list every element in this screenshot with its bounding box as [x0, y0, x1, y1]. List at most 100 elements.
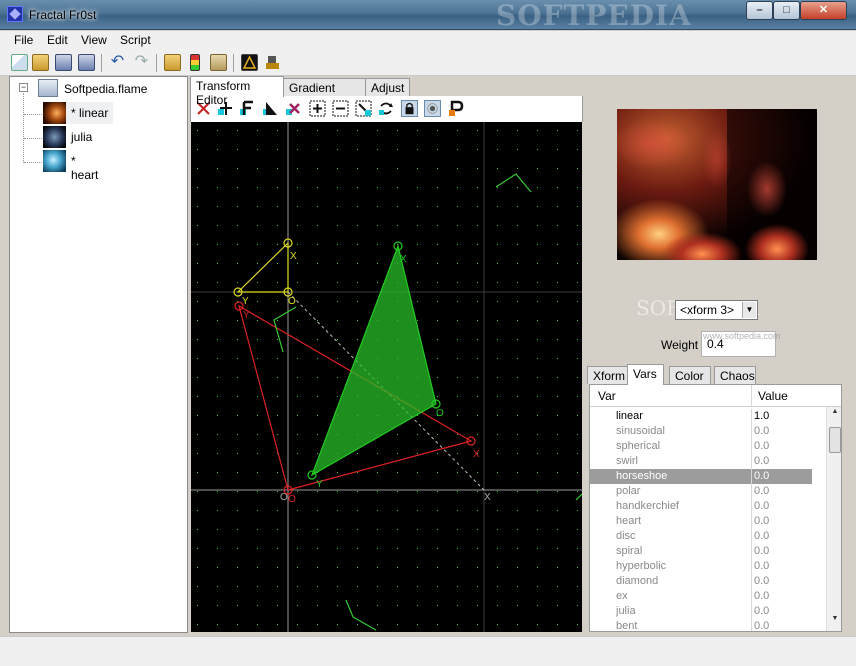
- table-row[interactable]: bent 0.0: [590, 619, 812, 631]
- tab-vars[interactable]: Vars: [627, 364, 664, 385]
- save-icon[interactable]: [55, 54, 72, 71]
- table-header: Var Value: [590, 385, 841, 407]
- grid-dot: [277, 491, 278, 492]
- close-button[interactable]: ✕: [800, 1, 847, 20]
- tab-transform-editor[interactable]: Transform Editor: [190, 76, 284, 107]
- grid-dot: [517, 206, 518, 207]
- var-value[interactable]: 0.0: [754, 455, 769, 467]
- var-value[interactable]: 0.0: [754, 620, 769, 631]
- grid-dot: [577, 358, 578, 359]
- var-value[interactable]: 0.0: [754, 575, 769, 587]
- reset-triangle-icon[interactable]: [262, 100, 279, 117]
- scroll-up-icon[interactable]: ▲: [827, 408, 841, 422]
- grid-dot: [477, 548, 478, 549]
- column-header-value[interactable]: Value: [758, 389, 788, 403]
- tree-expander[interactable]: −: [19, 83, 28, 92]
- menu-view[interactable]: View: [81, 33, 107, 47]
- var-value[interactable]: 0.0: [754, 530, 769, 542]
- grid-dot: [557, 586, 558, 587]
- run-script-icon[interactable]: [190, 54, 200, 71]
- render-icon[interactable]: [241, 54, 258, 71]
- reset-xform-icon[interactable]: [285, 100, 302, 117]
- table-row[interactable]: hyperbolic 0.0: [590, 559, 812, 574]
- grid-dot: [497, 282, 498, 283]
- var-value[interactable]: 0.0: [754, 500, 769, 512]
- zoom-out-icon[interactable]: [332, 100, 349, 117]
- var-value[interactable]: 0.0: [754, 470, 769, 482]
- vertical-scrollbar[interactable]: ▲ ▼: [826, 407, 841, 631]
- var-value[interactable]: 0.0: [754, 425, 769, 437]
- tab-adjust[interactable]: Adjust: [365, 78, 410, 96]
- grid-dot: [497, 301, 498, 302]
- grid-dot: [257, 624, 258, 625]
- table-row[interactable]: diamond 0.0: [590, 574, 812, 589]
- table-row[interactable]: heart 0.0: [590, 514, 812, 529]
- var-value[interactable]: 1.0: [754, 410, 769, 422]
- table-row[interactable]: linear 1.0: [590, 409, 812, 424]
- grid-dot: [577, 624, 578, 625]
- folder-icon: [38, 79, 58, 97]
- table-row[interactable]: polar 0.0: [590, 484, 812, 499]
- grid-dot: [517, 510, 518, 511]
- grid-dot: [537, 206, 538, 207]
- transform-editor-canvas[interactable]: OXXYOXYOXYO: [191, 122, 583, 632]
- grid-dot: [277, 301, 278, 302]
- var-value[interactable]: 0.0: [754, 515, 769, 527]
- zoom-to-fit-icon[interactable]: [355, 100, 372, 117]
- tab-chaos[interactable]: Chaos: [714, 366, 756, 384]
- var-value[interactable]: 0.0: [754, 440, 769, 452]
- grid-dot: [337, 320, 338, 321]
- menu-edit[interactable]: Edit: [47, 33, 68, 47]
- table-row[interactable]: spherical 0.0: [590, 439, 812, 454]
- table-row[interactable]: handkerchief 0.0: [590, 499, 812, 514]
- table-row[interactable]: sinusoidal 0.0: [590, 424, 812, 439]
- tab-color[interactable]: Color: [669, 366, 711, 384]
- save-as-icon[interactable]: [78, 54, 95, 71]
- render-queue-icon[interactable]: [264, 54, 281, 71]
- grid-dot: [437, 263, 438, 264]
- var-value[interactable]: 0.0: [754, 590, 769, 602]
- open-script-icon[interactable]: [164, 54, 181, 71]
- scroll-thumb[interactable]: [829, 427, 841, 453]
- duplicate-xform-icon[interactable]: [239, 100, 256, 117]
- edit-script-icon[interactable]: [210, 54, 227, 71]
- world-pivot-icon[interactable]: [424, 100, 441, 117]
- undo-icon[interactable]: ↶: [109, 54, 126, 71]
- xform-select[interactable]: <xform 3> ▼: [675, 300, 758, 320]
- status-bar: [0, 636, 856, 666]
- flip-icon[interactable]: [378, 100, 395, 117]
- minimize-button[interactable]: –: [746, 1, 773, 20]
- table-row[interactable]: horseshoe 0.0: [590, 469, 812, 484]
- tree-item-linear[interactable]: * linear: [43, 102, 113, 124]
- table-row[interactable]: spiral 0.0: [590, 544, 812, 559]
- table-row[interactable]: julia 0.0: [590, 604, 812, 619]
- new-flame-icon[interactable]: [11, 54, 28, 71]
- var-value[interactable]: 0.0: [754, 560, 769, 572]
- redo-icon[interactable]: ↷: [133, 54, 150, 71]
- menu-script[interactable]: Script: [120, 33, 151, 47]
- maximize-button[interactable]: □: [773, 1, 800, 20]
- lock-icon[interactable]: [401, 100, 418, 117]
- grid-dot: [217, 282, 218, 283]
- grid-dot: [497, 244, 498, 245]
- table-row[interactable]: ex 0.0: [590, 589, 812, 604]
- var-name: julia: [616, 605, 636, 617]
- grid-dot: [237, 510, 238, 511]
- grid-dot: [497, 415, 498, 416]
- tab-xform[interactable]: Xform: [587, 366, 628, 384]
- open-icon[interactable]: [32, 54, 49, 71]
- var-value[interactable]: 0.0: [754, 605, 769, 617]
- grid-dot: [557, 358, 558, 359]
- column-header-var[interactable]: Var: [598, 389, 616, 403]
- post-transform-icon[interactable]: [448, 100, 465, 117]
- scroll-down-icon[interactable]: ▼: [827, 615, 841, 629]
- table-row[interactable]: swirl 0.0: [590, 454, 812, 469]
- var-value[interactable]: 0.0: [754, 545, 769, 557]
- grid-dot: [237, 472, 238, 473]
- tab-gradient-editor[interactable]: Gradient Editor: [283, 78, 366, 109]
- menu-file[interactable]: File: [14, 33, 33, 47]
- zoom-in-icon[interactable]: [309, 100, 326, 117]
- var-value[interactable]: 0.0: [754, 485, 769, 497]
- transform-canvas-svg[interactable]: O XXY OXYOXYO: [191, 122, 583, 632]
- table-row[interactable]: disc 0.0: [590, 529, 812, 544]
